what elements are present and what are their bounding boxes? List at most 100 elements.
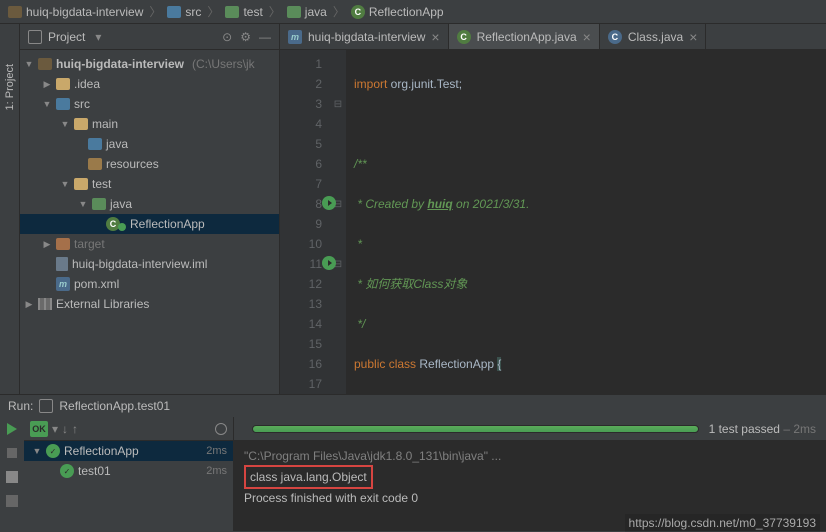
console-exit: Process finished with exit code 0 bbox=[244, 489, 816, 507]
panel-icon bbox=[28, 30, 42, 44]
chevron-right-icon: 〉 bbox=[149, 3, 161, 20]
gutter[interactable]: 1 2 3 4 5 6 7 8 9 10 11 12 13 14 15 16 1… bbox=[280, 50, 330, 394]
breadcrumb-item[interactable]: test bbox=[225, 5, 262, 19]
console-out-line: class java.lang.Object bbox=[244, 465, 816, 489]
caret-down-icon[interactable] bbox=[60, 119, 70, 129]
progress-bar bbox=[252, 425, 699, 433]
tree-item-reflection-app[interactable]: C ReflectionApp bbox=[20, 214, 279, 234]
tree-item-ext-lib[interactable]: External Libraries bbox=[20, 294, 279, 314]
folder-icon bbox=[167, 6, 181, 18]
tree-item-test-java[interactable]: java bbox=[20, 194, 279, 214]
progress-bar-row: 1 test passed – 2ms bbox=[234, 417, 826, 441]
folder-icon bbox=[74, 118, 88, 130]
breadcrumb-item[interactable]: huiq-bigdata-interview bbox=[8, 5, 143, 19]
project-title: Project bbox=[48, 30, 85, 44]
run-marker-icon bbox=[118, 223, 126, 231]
tree-item-pom[interactable]: m pom.xml bbox=[20, 274, 279, 294]
tree-item-src[interactable]: src bbox=[20, 94, 279, 114]
folder-icon bbox=[56, 238, 70, 250]
run-header: Run: ReflectionApp.test01 bbox=[0, 395, 826, 417]
run-gutter-icon[interactable] bbox=[322, 196, 336, 210]
class-icon: C bbox=[608, 30, 622, 44]
test-ok-icon: ✓ bbox=[46, 444, 60, 458]
resources-folder-icon bbox=[88, 158, 102, 170]
caret-down-icon[interactable] bbox=[42, 99, 52, 109]
caret-right-icon[interactable] bbox=[42, 79, 52, 90]
layout-icon bbox=[6, 471, 18, 483]
status-ok-badge: OK bbox=[30, 421, 48, 437]
test-class-row[interactable]: ✓ ReflectionApp 2ms bbox=[24, 441, 233, 461]
maven-icon: m bbox=[56, 277, 70, 291]
file-icon bbox=[56, 257, 68, 271]
collapse-icon[interactable]: ⊙ bbox=[222, 30, 232, 44]
folder-icon bbox=[92, 198, 106, 210]
project-panel: Project ▾ ⊙ ⚙ — huiq-bigdata-interview (… bbox=[20, 24, 280, 394]
tree-item-main[interactable]: main bbox=[20, 114, 279, 134]
folder-icon bbox=[8, 6, 22, 18]
close-icon[interactable]: × bbox=[431, 29, 439, 45]
caret-right-icon[interactable] bbox=[24, 299, 34, 310]
folder-icon bbox=[88, 138, 102, 150]
watermark: https://blog.csdn.net/m0_37739193 bbox=[625, 514, 820, 532]
test-method-row[interactable]: ✓ test01 2ms bbox=[24, 461, 233, 481]
caret-down-icon[interactable] bbox=[78, 199, 88, 209]
clock-icon[interactable] bbox=[215, 423, 227, 435]
layout-button[interactable] bbox=[4, 469, 20, 485]
class-icon: C bbox=[457, 30, 471, 44]
caret-right-icon[interactable] bbox=[42, 239, 52, 250]
pin-icon bbox=[6, 495, 18, 507]
chevron-right-icon: 〉 bbox=[207, 3, 219, 20]
code-text[interactable]: import org.junit.Test; /** * Created by … bbox=[346, 50, 826, 394]
run-test-name: ReflectionApp.test01 bbox=[59, 399, 170, 413]
play-icon bbox=[7, 423, 17, 435]
tree-root[interactable]: huiq-bigdata-interview (C:\Users\jk bbox=[20, 54, 279, 74]
breadcrumb: huiq-bigdata-interview 〉 src 〉 test 〉 ja… bbox=[0, 0, 826, 24]
chevron-right-icon: 〉 bbox=[333, 3, 345, 20]
code-area[interactable]: 1 2 3 4 5 6 7 8 9 10 11 12 13 14 15 16 1… bbox=[280, 50, 826, 394]
folder-icon bbox=[56, 98, 70, 110]
test-ok-icon: ✓ bbox=[60, 464, 74, 478]
editor-tabs: m huiq-bigdata-interview × C ReflectionA… bbox=[280, 24, 826, 50]
tree-item-iml[interactable]: huiq-bigdata-interview.iml bbox=[20, 254, 279, 274]
run-toolbar bbox=[0, 417, 24, 531]
sidebar-tab-project[interactable]: 1: Project bbox=[0, 24, 20, 394]
folder-icon bbox=[287, 6, 301, 18]
tab-class-java[interactable]: C Class.java × bbox=[600, 24, 707, 49]
run-panel: Run: ReflectionApp.test01 OK ▾ ↓ ↑ ✓ Ref… bbox=[0, 394, 826, 531]
hide-icon[interactable]: — bbox=[259, 30, 271, 44]
run-test-tree: OK ▾ ↓ ↑ ✓ ReflectionApp 2ms ✓ test01 2m… bbox=[24, 417, 234, 531]
stop-button[interactable] bbox=[4, 445, 20, 461]
tab-reflection-app[interactable]: C ReflectionApp.java × bbox=[449, 24, 600, 49]
folder-icon bbox=[38, 58, 52, 70]
close-icon[interactable]: × bbox=[583, 29, 591, 45]
run-gutter-icon[interactable] bbox=[322, 256, 336, 270]
pin-button[interactable] bbox=[4, 493, 20, 509]
caret-down-icon[interactable] bbox=[60, 179, 70, 189]
console-cmd: "C:\Program Files\Java\jdk1.8.0_131\bin\… bbox=[244, 447, 816, 465]
tree-item-resources[interactable]: resources bbox=[20, 154, 279, 174]
tree-item-test[interactable]: test bbox=[20, 174, 279, 194]
run-button[interactable] bbox=[4, 421, 20, 437]
tab-module[interactable]: m huiq-bigdata-interview × bbox=[280, 24, 449, 49]
breadcrumb-item[interactable]: java bbox=[287, 5, 327, 19]
breadcrumb-item[interactable]: src bbox=[167, 5, 201, 19]
run-label: Run: bbox=[8, 399, 33, 413]
breadcrumb-item[interactable]: CReflectionApp bbox=[351, 5, 444, 19]
close-icon[interactable]: × bbox=[689, 29, 697, 45]
gear-icon[interactable]: ⚙ bbox=[240, 30, 251, 44]
library-icon bbox=[38, 298, 52, 310]
run-config-icon bbox=[39, 399, 53, 413]
caret-down-icon[interactable] bbox=[24, 59, 34, 69]
run-status-bar: OK ▾ ↓ ↑ bbox=[24, 417, 233, 441]
stop-icon bbox=[7, 448, 17, 458]
editor: m huiq-bigdata-interview × C ReflectionA… bbox=[280, 24, 826, 394]
module-icon: m bbox=[288, 30, 302, 44]
tree-item-main-java[interactable]: java bbox=[20, 134, 279, 154]
caret-down-icon[interactable] bbox=[32, 446, 42, 456]
tree-item-target[interactable]: target bbox=[20, 234, 279, 254]
folder-icon bbox=[74, 178, 88, 190]
tree-item-idea[interactable]: .idea bbox=[20, 74, 279, 94]
fold-column[interactable]: ⊟ ⊟ ⊟ bbox=[330, 50, 346, 394]
chevron-right-icon: 〉 bbox=[269, 3, 281, 20]
folder-icon bbox=[225, 6, 239, 18]
